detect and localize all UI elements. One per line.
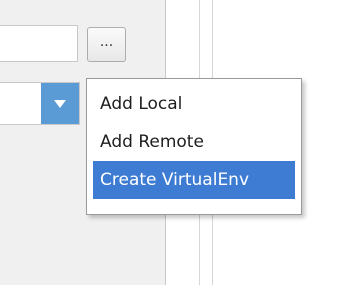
interpreter-options-menu: Add Local Add Remote Create VirtualEnv [86, 78, 302, 215]
path-input[interactable] [0, 25, 78, 62]
menu-item-add-local[interactable]: Add Local [93, 85, 295, 123]
dropdown-arrow-button[interactable] [41, 83, 79, 124]
menu-item-add-remote[interactable]: Add Remote [93, 123, 295, 161]
chevron-down-icon [54, 99, 66, 108]
interpreter-dropdown[interactable] [0, 82, 80, 125]
menu-item-create-virtualenv[interactable]: Create VirtualEnv [93, 161, 295, 199]
browse-button[interactable]: ... [87, 27, 126, 62]
